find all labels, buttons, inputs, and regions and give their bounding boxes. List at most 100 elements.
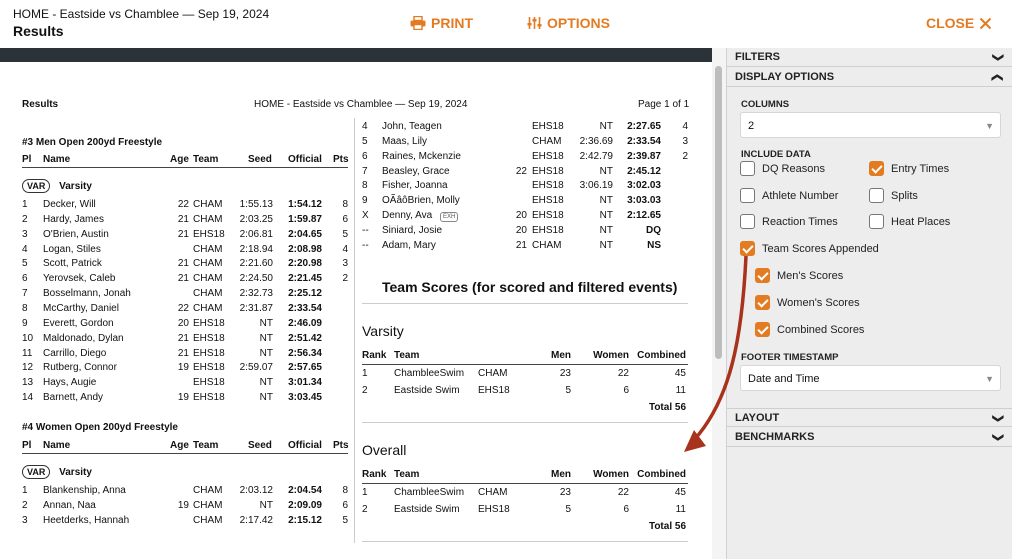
heat-places-checkbox[interactable]: Heat Places	[869, 214, 950, 229]
table-cell: Bosselmann, Jonah	[43, 288, 131, 300]
table-cell: 11	[22, 347, 33, 359]
table-cell: ChambleeSwim	[394, 487, 465, 498]
table-cell: McCarthy, Daniel	[43, 302, 119, 314]
table-cell: 2:59.07	[239, 362, 273, 374]
table-cell: --	[362, 224, 369, 236]
table-cell: 2:51.42	[288, 332, 322, 344]
overall-scores-label: Overall	[362, 442, 407, 458]
page-info: Page 1 of 1	[638, 99, 690, 110]
table-cell: ChambleeSwim	[394, 368, 465, 379]
printer-icon	[410, 16, 426, 30]
varsity-scores-label: Varsity	[362, 323, 404, 339]
table-cell: 5	[565, 385, 571, 396]
table-cell: 5	[565, 504, 571, 515]
table-cell: 21	[177, 332, 189, 344]
table-cell: 6	[342, 213, 348, 225]
close-icon	[980, 17, 992, 29]
dq-reasons-checkbox[interactable]: DQ Reasons	[740, 161, 825, 176]
checkbox-label: Reaction Times	[762, 215, 838, 228]
entry-times-checkbox[interactable]: Entry Times	[869, 161, 949, 176]
table-cell: 2:32.73	[239, 288, 273, 300]
chevron-up-icon: ❯	[990, 72, 1003, 83]
checkbox-label: DQ Reasons	[762, 162, 825, 175]
team-scores-appended-checkbox[interactable]: Team Scores Appended	[740, 241, 879, 256]
table-cell: 2	[682, 150, 688, 162]
filters-section-header[interactable]: FILTERS ❯	[727, 48, 1012, 67]
table-cell: 2:21.45	[288, 273, 322, 285]
layout-section-header[interactable]: LAYOUT ❯	[727, 408, 1012, 427]
table-cell: Eastside Swim	[394, 385, 460, 396]
table-cell: CHAM	[193, 243, 223, 255]
benchmarks-section-header[interactable]: BENCHMARKS ❯	[727, 428, 1012, 447]
close-button[interactable]: CLOSE	[926, 15, 992, 31]
display-options-label: DISPLAY OPTIONS	[735, 71, 835, 83]
column-divider	[354, 118, 355, 543]
table-cell: 45	[674, 368, 686, 379]
divider	[22, 453, 348, 454]
display-options-section-header[interactable]: DISPLAY OPTIONS ❯	[727, 68, 1012, 87]
table-cell: Hardy, James	[43, 213, 104, 225]
table-cell: 20	[177, 317, 189, 329]
table-cell: Beasley, Grace	[382, 165, 450, 177]
table-cell: 3:02.03	[627, 180, 661, 192]
table-cell: 2:56.34	[288, 347, 322, 359]
column-header: Rank	[362, 469, 387, 480]
sliders-icon	[527, 17, 542, 29]
table-cell: 19	[177, 499, 189, 511]
table-cell: EHS18	[532, 195, 564, 207]
column-header: Seed	[248, 154, 272, 165]
table-cell: Annan, Naa	[43, 499, 96, 511]
table-cell: 21	[177, 258, 189, 270]
table-cell: 11	[675, 504, 686, 515]
table-cell: 2:25.12	[288, 288, 322, 300]
footer-timestamp-select[interactable]: Date and Time ▼	[740, 365, 1001, 391]
table-cell: EHS18	[193, 377, 225, 389]
columns-select[interactable]: 2 ▼	[740, 112, 1001, 138]
table-cell: 2:24.50	[239, 273, 273, 285]
checkbox-box[interactable]	[869, 188, 884, 203]
table-cell: 19	[177, 362, 189, 374]
table-cell: 4	[362, 121, 368, 132]
table-cell: 3	[22, 228, 28, 240]
table-cell: EHS18	[193, 347, 225, 359]
varsity-total: Total 56	[648, 402, 686, 413]
checkbox-box[interactable]	[740, 161, 755, 176]
column-header: Name	[43, 440, 71, 451]
table-cell: 8	[362, 180, 368, 192]
checkbox-box[interactable]	[740, 188, 755, 203]
splits-checkbox[interactable]: Splits	[869, 188, 918, 203]
column-header: Official	[288, 154, 322, 165]
table-cell: X	[362, 210, 369, 222]
options-button[interactable]: OPTIONS	[527, 15, 610, 31]
table-cell: 4	[342, 243, 348, 255]
table-cell: NT	[599, 165, 613, 177]
chevron-down-icon: ❯	[991, 413, 1004, 424]
document-preview[interactable]: Results HOME - Eastside vs Chamblee — Se…	[0, 62, 712, 559]
checkbox-label: Athlete Number	[762, 189, 839, 202]
table-cell: 13	[22, 377, 34, 389]
event-title: #4 Women Open 200yd Freestyle	[22, 422, 178, 433]
table-cell: 2:20.98	[288, 258, 322, 270]
checkbox-box-checked[interactable]	[869, 161, 884, 176]
table-cell: OÃâôBrien, Molly	[382, 195, 460, 207]
mens-scores-checkbox[interactable]: Men's Scores	[755, 268, 843, 283]
checkbox-box[interactable]	[740, 214, 755, 229]
print-button[interactable]: PRINT	[410, 15, 473, 31]
athlete-number-checkbox[interactable]: Athlete Number	[740, 188, 838, 203]
reaction-times-checkbox[interactable]: Reaction Times	[740, 214, 838, 229]
column-header: Team	[193, 154, 219, 165]
table-cell: 2:42.79	[579, 150, 613, 162]
column-header: Pl	[22, 440, 32, 451]
combined-scores-checkbox[interactable]: Combined Scores	[755, 322, 864, 337]
table-cell: Rutberg, Connor	[43, 362, 117, 374]
table-cell: CHAM	[478, 368, 508, 379]
checkbox-label: Team Scores Appended	[762, 242, 879, 255]
checkbox-label: Heat Places	[891, 215, 951, 228]
womens-scores-checkbox[interactable]: Women's Scores	[755, 295, 860, 310]
table-cell: Maldonado, Dylan	[43, 332, 124, 344]
table-cell: DQ	[646, 224, 661, 236]
table-cell: Logan, Stiles	[43, 243, 101, 255]
table-cell: NT	[259, 347, 273, 359]
checkbox-box[interactable]	[869, 214, 884, 229]
table-cell: 2:18.94	[239, 243, 273, 255]
